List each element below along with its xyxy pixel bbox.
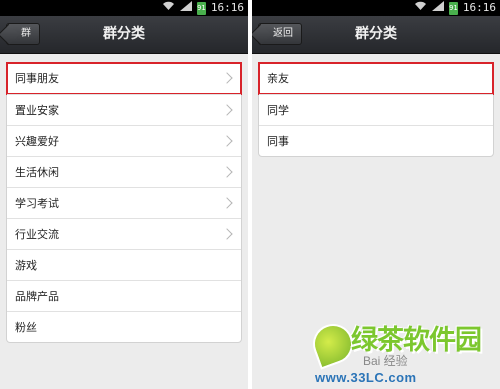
list-item[interactable]: 置业安家: [7, 94, 241, 125]
status-time: 16:16: [462, 1, 496, 14]
title-bar: 群 群分类: [0, 16, 248, 54]
list-item[interactable]: 游戏: [7, 249, 241, 280]
status-bar: 91 16:16: [252, 0, 500, 16]
list-item-label: 品牌产品: [15, 290, 59, 303]
watermark-url: www.33LC.com: [315, 370, 417, 385]
status-icons: 91 16:16: [414, 0, 496, 16]
list-item-label: 置业安家: [15, 104, 59, 117]
chevron-right-icon: [221, 135, 233, 147]
chevron-right-icon: [221, 72, 233, 84]
list-item[interactable]: 生活休闲: [7, 156, 241, 187]
chevron-right-icon: [221, 197, 233, 209]
watermark: 绿茶软件园 Bai 经验 www.33LC.com: [307, 318, 499, 388]
page-title: 群分类: [103, 26, 145, 42]
list-item[interactable]: 亲友: [258, 62, 494, 95]
list-item[interactable]: 同事: [259, 125, 493, 156]
status-time: 16:16: [210, 1, 244, 14]
wifi-icon: [162, 1, 175, 16]
list-item-label: 同学: [267, 104, 289, 117]
list-item[interactable]: 粉丝: [7, 311, 241, 342]
list-item-label: 同事朋友: [15, 72, 59, 85]
battery-icon: 91: [196, 1, 206, 15]
list-item-label: 行业交流: [15, 228, 59, 241]
list-item[interactable]: 品牌产品: [7, 280, 241, 311]
page-title: 群分类: [355, 26, 397, 42]
list-item[interactable]: 行业交流: [7, 218, 241, 249]
subcategory-list: 亲友 同学 同事: [258, 62, 494, 157]
battery-icon: 91: [448, 1, 458, 15]
left-screen: 91 16:16 群 群分类 同事朋友 置业安家 兴趣爱好 生活休闲 学习考试 …: [0, 0, 248, 389]
wifi-icon: [414, 1, 427, 16]
list-item-label: 粉丝: [15, 321, 37, 334]
status-icons: 91 16:16: [162, 0, 244, 16]
list-item[interactable]: 同学: [259, 94, 493, 125]
list-item-label: 同事: [267, 135, 289, 148]
list-item-label: 游戏: [15, 259, 37, 272]
list-item-label: 兴趣爱好: [15, 135, 59, 148]
chevron-right-icon: [221, 228, 233, 240]
list-item-label: 生活休闲: [15, 166, 59, 179]
list-item-label: 学习考试: [15, 197, 59, 210]
chevron-right-icon: [221, 104, 233, 116]
list-item[interactable]: 学习考试: [7, 187, 241, 218]
title-bar: 返回 群分类: [252, 16, 500, 54]
signal-icon: [179, 0, 192, 16]
list-item[interactable]: 同事朋友: [6, 62, 242, 95]
status-bar: 91 16:16: [0, 0, 248, 16]
category-list: 同事朋友 置业安家 兴趣爱好 生活休闲 学习考试 行业交流 游戏 品牌产品 粉丝: [6, 62, 242, 343]
chevron-right-icon: [221, 166, 233, 178]
list-item-label: 亲友: [267, 72, 289, 85]
list-item[interactable]: 兴趣爱好: [7, 125, 241, 156]
signal-icon: [431, 0, 444, 16]
watermark-baidu: Bai 经验: [363, 354, 408, 368]
